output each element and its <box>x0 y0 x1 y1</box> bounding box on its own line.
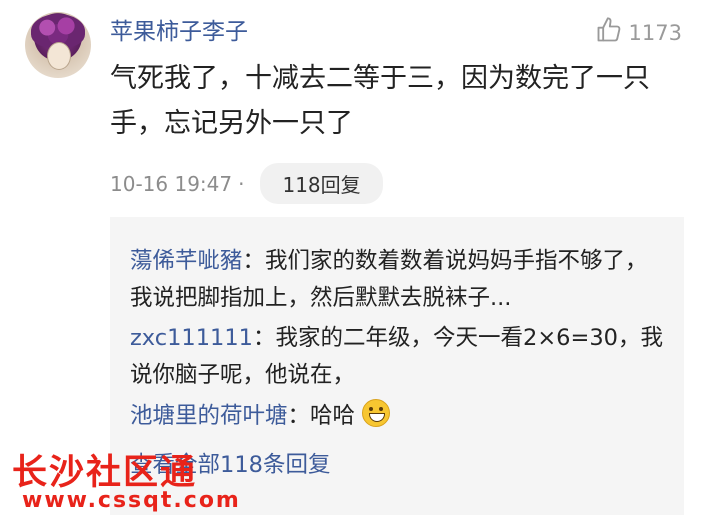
comment-meta: 10-16 19:47 · 118回复 <box>110 163 383 204</box>
avatar-face <box>47 42 71 70</box>
comment-username[interactable]: 苹果柿子李子 <box>110 12 248 46</box>
comment-text: 气死我了，十减去二等于三，因为数完了一只手，忘记另外一只了 <box>110 63 650 139</box>
reply-author[interactable]: 池塘里的荷叶塘 <box>130 403 288 429</box>
reply-separator: ： <box>253 325 276 351</box>
watermark-url: www.cssqt.com <box>22 488 241 513</box>
reply-separator: ： <box>287 403 311 429</box>
comment-timestamp: 10-16 19:47 <box>110 171 233 196</box>
meta-separator: · <box>238 171 245 196</box>
grinning-face-icon <box>362 399 391 427</box>
reply-text: 哈哈 <box>310 403 356 429</box>
like-count: 1173 <box>628 20 682 45</box>
reply-separator: ： <box>242 248 266 274</box>
thumbs-up-icon <box>595 16 623 49</box>
reply-item[interactable]: zxc111111：我家的二年级，今天一看2×6=30，我说你脑子呢，他说在， <box>130 320 670 394</box>
reply-item[interactable]: 池塘里的荷叶塘：哈哈 <box>130 398 670 435</box>
reply-item[interactable]: 蕩俙芊呲豬：我们家的数着数着说妈妈手指不够了，我说把脚指加上，然后默默去脱袜子.… <box>130 243 670 317</box>
avatar[interactable] <box>25 12 91 78</box>
like-button[interactable]: 1173 <box>595 16 682 49</box>
reply-author[interactable]: 蕩俙芊呲豬 <box>130 248 243 274</box>
reply-count-button[interactable]: 118回复 <box>260 163 383 204</box>
reply-author[interactable]: zxc111111 <box>130 325 253 351</box>
